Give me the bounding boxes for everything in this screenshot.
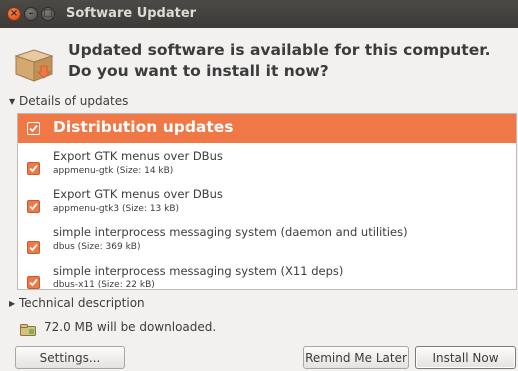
update-checkbox[interactable] <box>27 276 40 289</box>
technical-expander-label: Technical description <box>19 296 145 310</box>
settings-button[interactable]: Settings... <box>15 346 125 369</box>
update-checkbox[interactable] <box>27 241 40 254</box>
updates-list[interactable]: Distribution updates Export GTK menus ov… <box>17 113 517 290</box>
checkmark-icon <box>29 202 38 211</box>
update-detail: appmenu-gtk (Size: 14 kB) <box>53 166 174 176</box>
close-window-button[interactable]: × <box>7 7 21 21</box>
minimize-window-button[interactable]: – <box>24 7 38 21</box>
maximize-icon: □ <box>43 8 53 19</box>
technical-description-expander[interactable]: ▶ Technical description <box>9 296 145 310</box>
update-checkbox[interactable] <box>27 200 40 213</box>
details-expander[interactable]: ▼ Details of updates <box>9 94 128 108</box>
checkmark-icon <box>29 243 38 252</box>
remind-me-later-button[interactable]: Remind Me Later <box>303 346 409 369</box>
maximize-window-button[interactable]: □ <box>41 7 55 21</box>
update-name: Export GTK menus over DBus <box>53 149 223 163</box>
checkmark-icon <box>29 278 38 287</box>
list-item[interactable]: Export GTK menus over DBus appmenu-gtk (… <box>18 148 516 184</box>
update-name: simple interprocess messaging system (X1… <box>53 264 344 278</box>
download-size-icon <box>20 321 36 336</box>
details-expander-label: Details of updates <box>19 94 129 108</box>
checkmark-icon <box>29 164 38 173</box>
window-title: Software Updater <box>66 6 197 21</box>
update-name: Export GTK menus over DBus <box>53 187 223 201</box>
install-now-button[interactable]: Install Now <box>415 346 516 369</box>
minimize-icon: – <box>28 8 34 19</box>
group-label: Distribution updates <box>53 118 234 136</box>
distribution-updates-checkbox[interactable] <box>27 122 40 135</box>
download-size-text: 72.0 MB will be downloaded. <box>44 320 217 334</box>
update-detail: dbus (Size: 369 kB) <box>53 242 141 252</box>
update-detail: dbus-x11 (Size: 22 kB) <box>53 280 155 290</box>
list-item[interactable]: simple interprocess messaging system (da… <box>18 224 516 260</box>
update-detail: appmenu-gtk3 (Size: 13 kB) <box>53 204 180 214</box>
distribution-updates-group[interactable]: Distribution updates <box>18 114 516 143</box>
list-item[interactable]: simple interprocess messaging system (X1… <box>18 261 516 290</box>
collapsed-triangle-icon: ▶ <box>9 299 16 308</box>
update-name: simple interprocess messaging system (da… <box>53 225 408 239</box>
package-icon <box>14 46 54 82</box>
expanded-triangle-icon: ▼ <box>9 97 16 106</box>
update-message: Updated software is available for this c… <box>68 41 491 80</box>
close-icon: × <box>9 8 19 19</box>
update-checkbox[interactable] <box>27 162 40 175</box>
checkmark-icon <box>29 124 38 133</box>
list-item[interactable]: Export GTK menus over DBus appmenu-gtk3 … <box>18 186 516 222</box>
title-bar[interactable]: × – □ Software Updater <box>0 0 518 28</box>
